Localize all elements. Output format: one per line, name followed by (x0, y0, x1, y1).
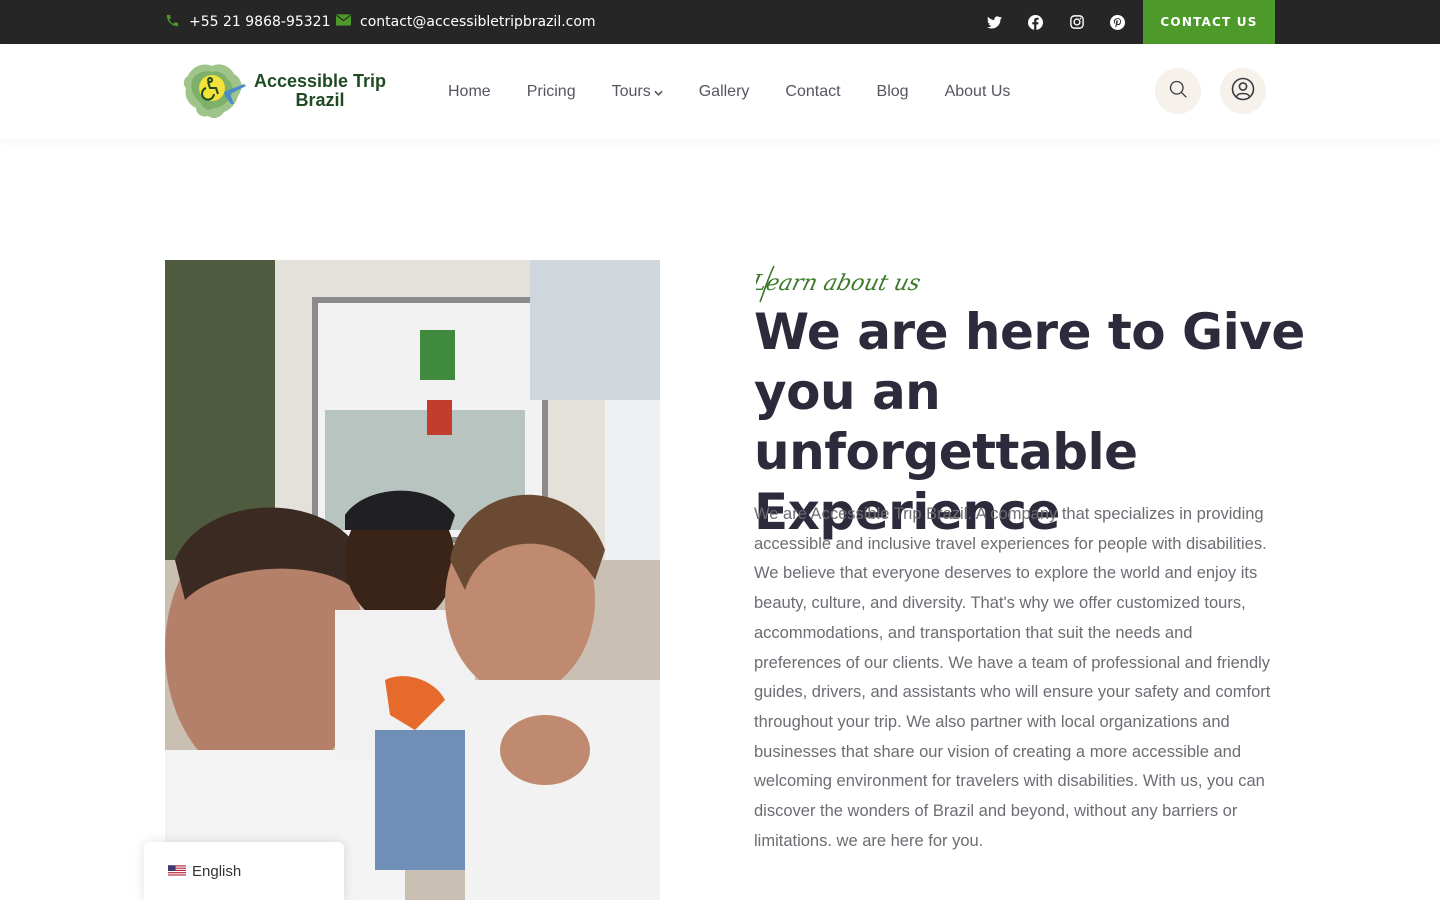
top-bar: +55 21 9868-95321 contact@accessibletrip… (0, 0, 1440, 44)
site-logo[interactable]: Accessible Trip Brazil (178, 58, 388, 124)
logo-wordmark: Accessible Trip Brazil (250, 72, 390, 110)
search-icon (1168, 79, 1188, 103)
section-tagline: Learn about us (748, 258, 956, 308)
envelope-icon (336, 14, 351, 30)
instagram-icon[interactable] (1068, 14, 1085, 31)
team-photo (165, 260, 660, 900)
nav-about-us[interactable]: About Us (945, 83, 1011, 101)
account-button[interactable] (1220, 68, 1266, 114)
us-flag-icon (168, 862, 186, 881)
email-address: contact@accessibletripbrazil.com (360, 14, 596, 30)
team-selfie-image (165, 260, 660, 900)
logo-line-2: Brazil (295, 90, 345, 110)
facebook-icon[interactable] (1027, 14, 1044, 31)
nav-tours[interactable]: Tours (612, 83, 663, 101)
nav-tours-label: Tours (611, 82, 651, 100)
brazil-map-logo-icon (183, 64, 246, 119)
nav-home[interactable]: Home (448, 83, 491, 101)
social-links (986, 0, 1126, 44)
chevron-down-icon (654, 83, 663, 101)
pinterest-icon[interactable] (1109, 14, 1126, 31)
topbar-email[interactable]: contact@accessibletripbrazil.com (336, 0, 596, 44)
nav-pricing[interactable]: Pricing (527, 83, 576, 101)
twitter-icon[interactable] (986, 14, 1003, 31)
nav-gallery[interactable]: Gallery (699, 83, 750, 101)
about-paragraph: We are Accessible Trip Brazil. A company… (754, 505, 1271, 850)
user-icon (1231, 77, 1255, 105)
language-label: English (192, 862, 242, 880)
phone-icon (165, 13, 180, 32)
language-switcher[interactable]: English (144, 842, 344, 900)
contact-us-button[interactable]: CONTACT US (1143, 0, 1275, 44)
phone-number: +55 21 9868-95321 (189, 14, 331, 30)
nav-contact[interactable]: Contact (785, 83, 840, 101)
search-button[interactable] (1155, 68, 1201, 114)
tagline-text: Learn about us (756, 270, 923, 296)
nav-blog[interactable]: Blog (877, 83, 909, 101)
topbar-phone[interactable]: +55 21 9868-95321 (165, 0, 330, 44)
logo-line-1: Accessible Trip (253, 71, 387, 91)
main-header: Accessible Trip Brazil Home Pricing Tour… (0, 44, 1440, 139)
main-nav: Home Pricing Tours Gallery Contact Blog … (448, 44, 1010, 139)
